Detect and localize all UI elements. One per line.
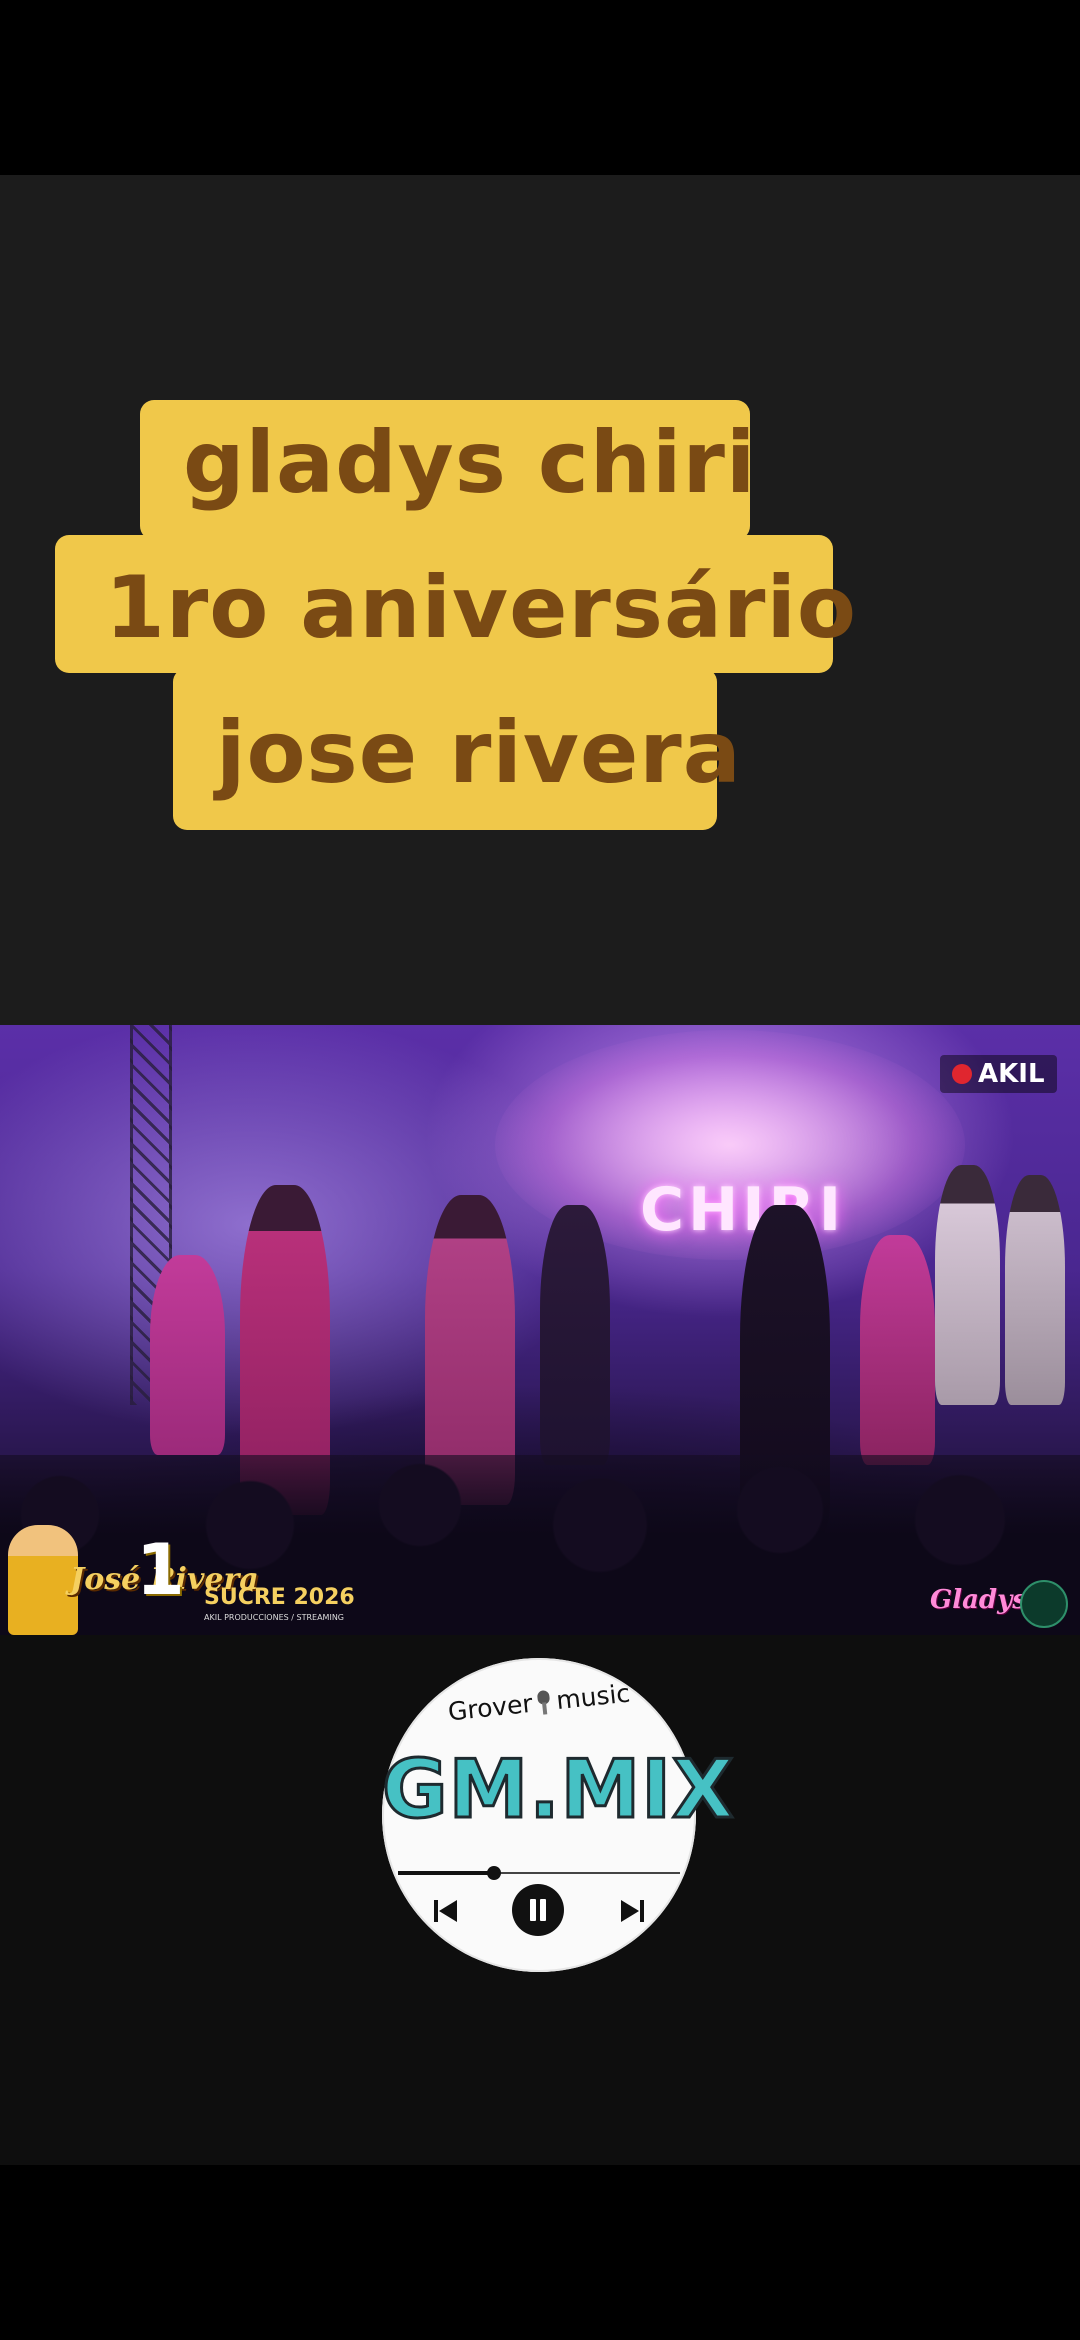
brand-logo-text: GM.MIX [381,1743,736,1836]
gladys-logo: Gladys [930,1585,1027,1615]
event-label: SUCRE 2026 [204,1585,355,1610]
bottom-bar [0,2165,1080,2340]
music-player-badge: Grover music GM.MIX [381,1658,736,1972]
video-player[interactable]: CHIRI AKIL José Rivera 1 SUCRE 2026 AKIL… [0,1025,1080,1635]
skip-next-icon[interactable] [618,1898,644,1924]
performer [935,1165,1000,1405]
anniversary-number: 1 [136,1529,185,1611]
caption-line-2: 1ro aniversário [105,558,858,658]
performer [1005,1175,1065,1405]
performer [540,1205,610,1465]
top-bar [0,0,1080,175]
microphone-icon [535,1689,553,1716]
producer-label: AKIL PRODUCCIONES / STREAMING [204,1613,344,1622]
sponsor-badge-icon [1020,1580,1068,1628]
caption-line-1: gladys chiri [183,413,757,513]
performer [860,1235,935,1465]
artist-photo [8,1525,78,1635]
progress-fill [398,1871,494,1875]
progress-bar[interactable] [398,1866,680,1880]
progress-knob[interactable] [486,1866,501,1880]
skip-previous-icon[interactable] [434,1898,460,1924]
performer [150,1255,225,1455]
akil-logo-icon [952,1064,972,1084]
event-overlay: José Rivera 1 SUCRE 2026 AKIL PRODUCCION… [8,1525,355,1635]
channel-badge: AKIL [940,1055,1057,1093]
caption-line-3: jose rivera [216,703,742,803]
pause-icon[interactable] [512,1884,564,1936]
